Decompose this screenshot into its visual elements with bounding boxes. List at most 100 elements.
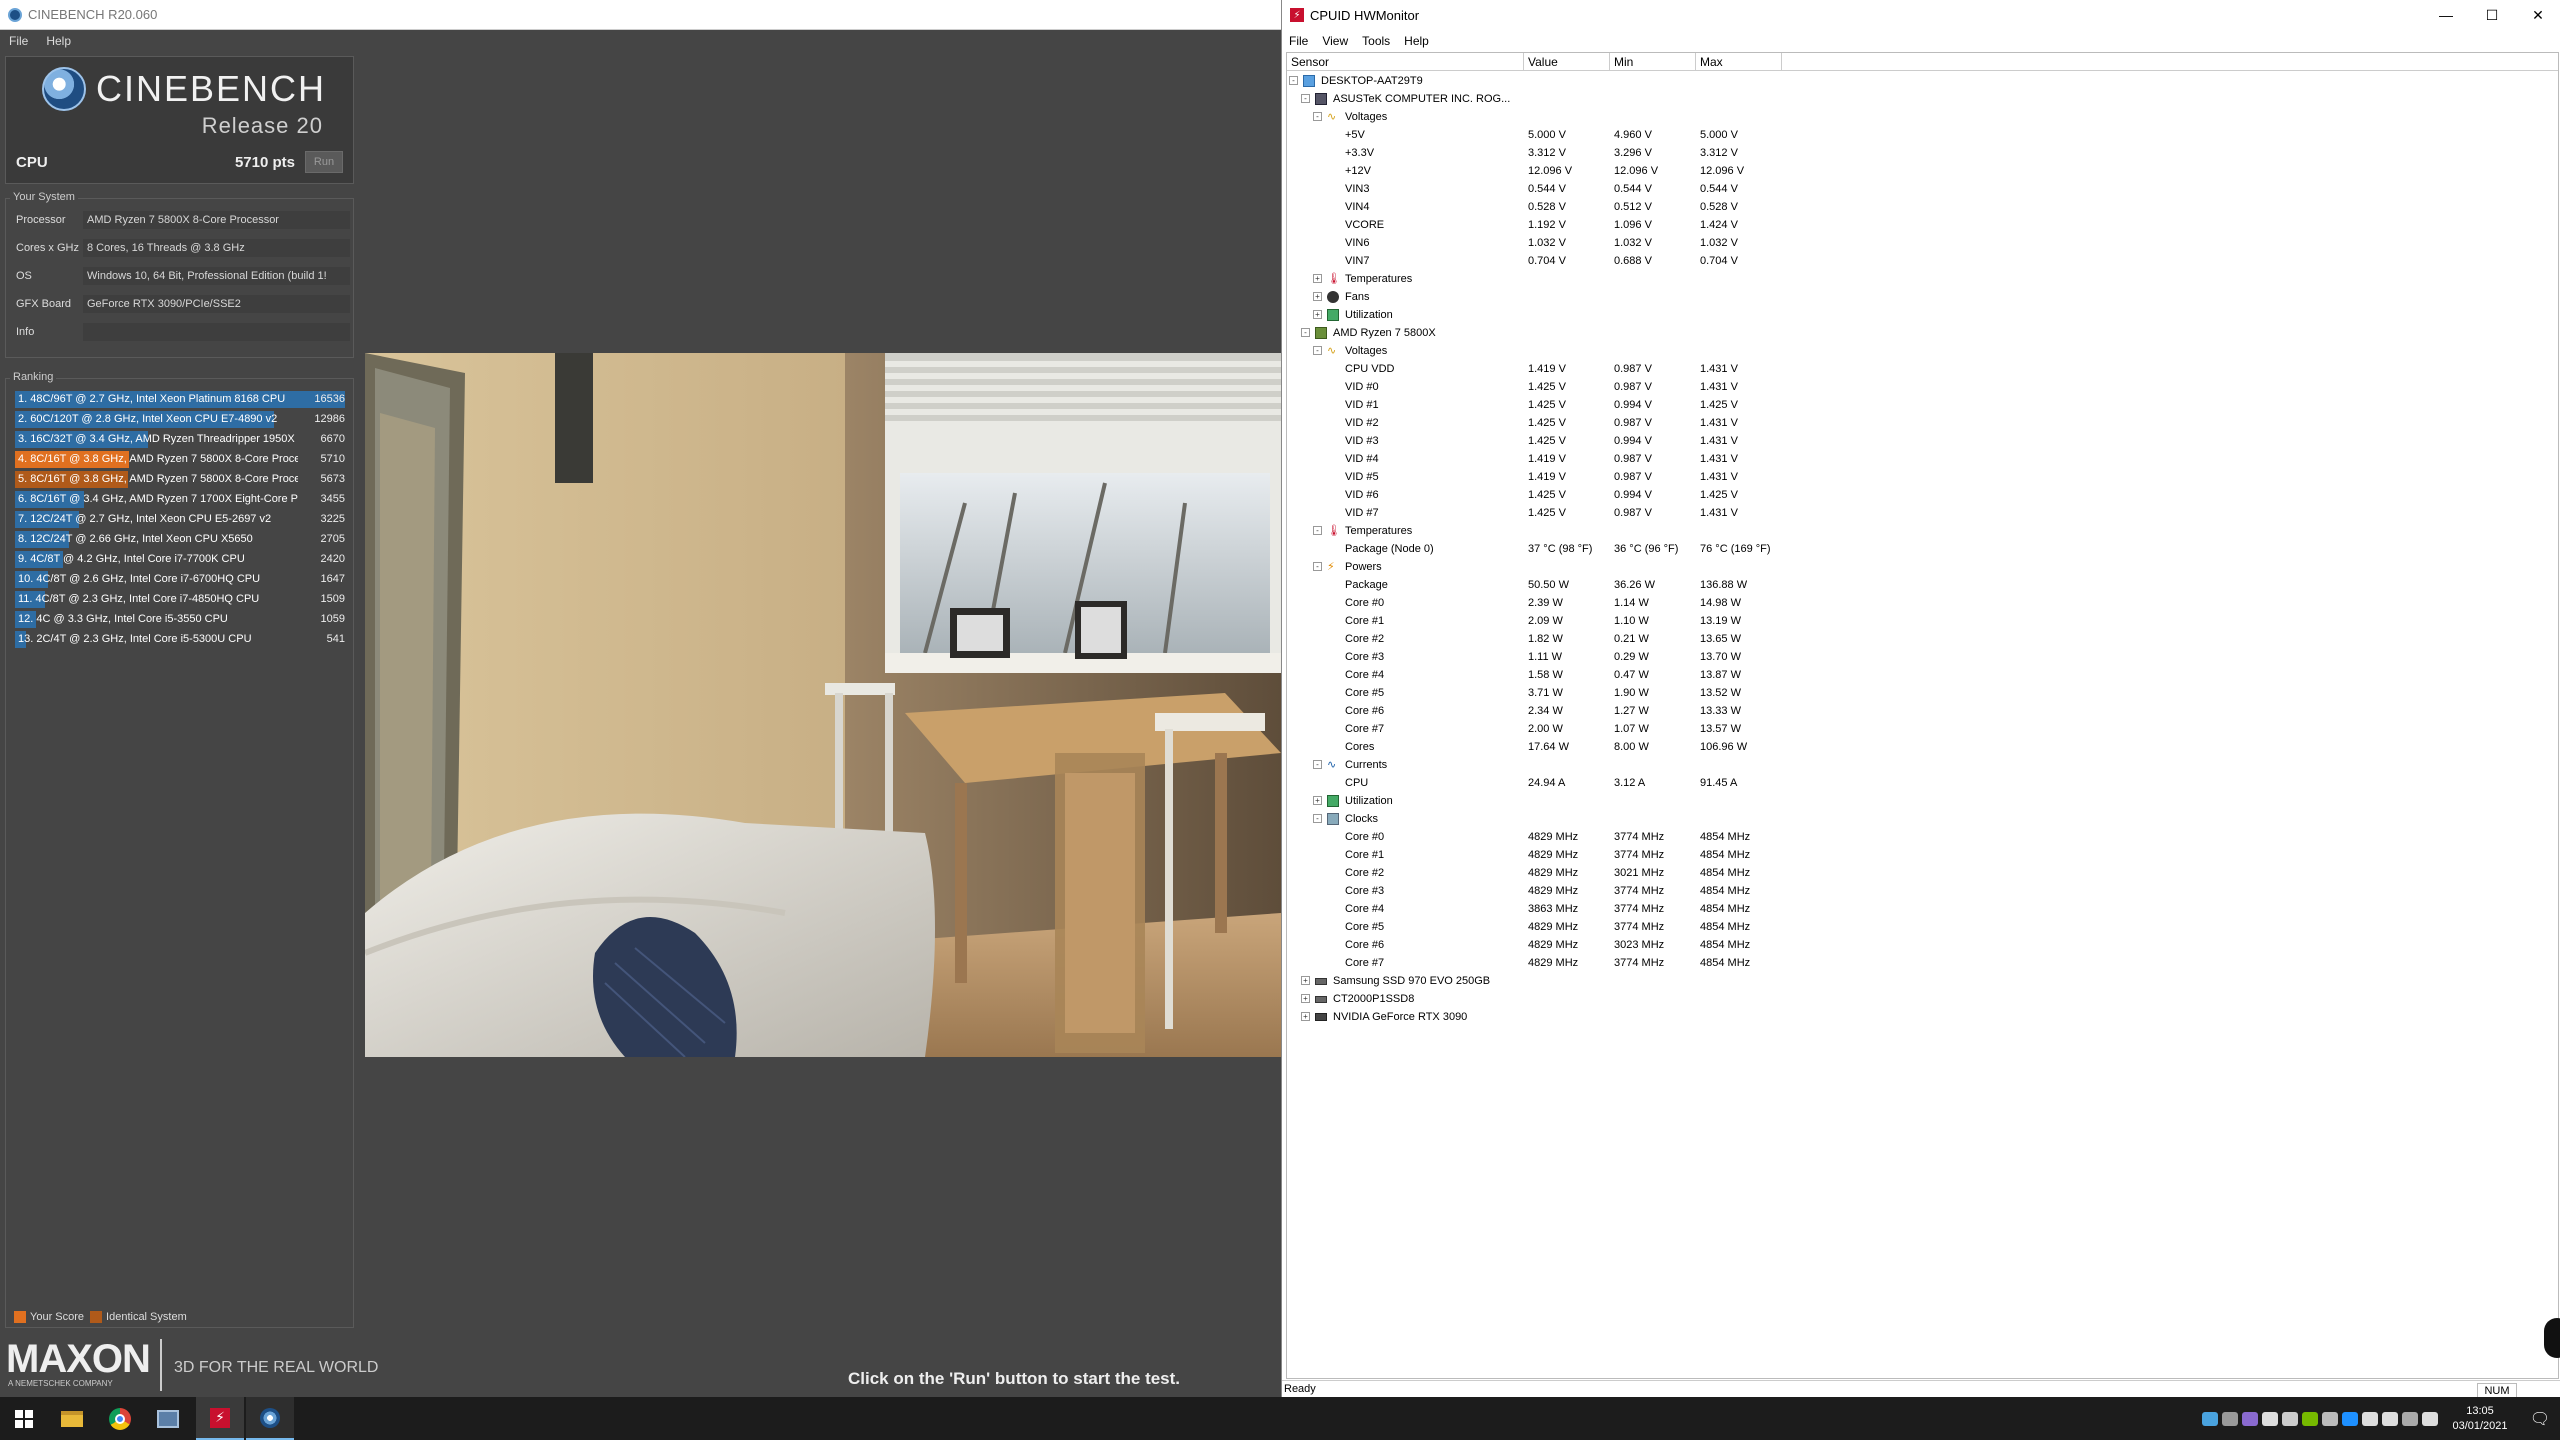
tree-node[interactable]: + Utilization	[1287, 306, 2558, 324]
clock[interactable]: 13:05 03/01/2021	[2440, 1404, 2520, 1434]
ranking-row[interactable]: 8. 12C/24T @ 2.66 GHz, Intel Xeon CPU X5…	[15, 531, 349, 548]
tray-app-icon[interactable]	[2262, 1411, 2278, 1426]
ranking-row[interactable]: 13. 2C/4T @ 2.3 GHz, Intel Core i5-5300U…	[15, 631, 349, 648]
tree-node[interactable]: + 🌡 Temperatures	[1287, 270, 2558, 288]
close-icon[interactable]: ✕	[2515, 0, 2560, 30]
steam-icon[interactable]	[2282, 1411, 2298, 1426]
expand-icon[interactable]: +	[1313, 274, 1322, 283]
expand-icon[interactable]: +	[1313, 310, 1322, 319]
sensor-row[interactable]: Core #4 1.58 W 0.47 W 13.87 W	[1287, 666, 2558, 684]
hw-menu-file[interactable]: File	[1282, 34, 1315, 48]
tree-node[interactable]: - DESKTOP-AAT29T9	[1287, 72, 2558, 90]
sensor-row[interactable]: Core #3 1.11 W 0.29 W 13.70 W	[1287, 648, 2558, 666]
ranking-row[interactable]: 4. 8C/16T @ 3.8 GHz, AMD Ryzen 7 5800X 8…	[15, 451, 349, 468]
sensor-row[interactable]: Core #6 2.34 W 1.27 W 13.33 W	[1287, 702, 2558, 720]
collapse-icon[interactable]: -	[1313, 346, 1322, 355]
sensor-row[interactable]: Core #7 2.00 W 1.07 W 13.57 W	[1287, 720, 2558, 738]
column-sensor[interactable]: Sensor	[1287, 53, 1524, 71]
pen-icon[interactable]	[2222, 1411, 2238, 1426]
tree-node[interactable]: - AMD Ryzen 7 5800X	[1287, 324, 2558, 342]
ranking-row[interactable]: 3. 16C/32T @ 3.4 GHz, AMD Ryzen Threadri…	[15, 431, 349, 448]
sensor-row[interactable]: VID #6 1.425 V 0.994 V 1.425 V	[1287, 486, 2558, 504]
collapse-icon[interactable]: -	[1313, 112, 1322, 121]
usb-icon[interactable]	[2402, 1411, 2418, 1426]
tray-app-icon[interactable]	[2322, 1411, 2338, 1426]
ranking-row[interactable]: 9. 4C/8T @ 4.2 GHz, Intel Core i7-7700K …	[15, 551, 349, 568]
sensor-row[interactable]: Core #5 3.71 W 1.90 W 13.52 W	[1287, 684, 2558, 702]
tray-app-icon[interactable]	[2242, 1411, 2258, 1426]
collapse-icon[interactable]: -	[1313, 526, 1322, 535]
cb-menu-help[interactable]: Help	[37, 34, 80, 48]
sensor-row[interactable]: +5V 5.000 V 4.960 V 5.000 V	[1287, 126, 2558, 144]
sensor-row[interactable]: Core #0 2.39 W 1.14 W 14.98 W	[1287, 594, 2558, 612]
expand-icon[interactable]: +	[1301, 1012, 1310, 1021]
cinebench-icon[interactable]	[246, 1397, 294, 1440]
network-icon[interactable]	[2362, 1411, 2378, 1426]
nvidia-icon[interactable]	[2302, 1411, 2318, 1426]
hw-menu-help[interactable]: Help	[1397, 34, 1436, 48]
tree-node[interactable]: - ∿ Voltages	[1287, 108, 2558, 126]
sensor-row[interactable]: Core #6 4829 MHz 3023 MHz 4854 MHz	[1287, 936, 2558, 954]
collapse-icon[interactable]: -	[1301, 94, 1310, 103]
sensor-row[interactable]: Core #7 4829 MHz 3774 MHz 4854 MHz	[1287, 954, 2558, 972]
chrome-icon[interactable]	[96, 1397, 144, 1440]
minimize-icon[interactable]: —	[2423, 0, 2469, 30]
tree-node[interactable]: + Fans	[1287, 288, 2558, 306]
tree-node[interactable]: + CT2000P1SSD8	[1287, 990, 2558, 1008]
sensor-row[interactable]: VCORE 1.192 V 1.096 V 1.424 V	[1287, 216, 2558, 234]
notification-icon[interactable]: 🗨	[2520, 1397, 2560, 1440]
sensor-row[interactable]: Core #4 3863 MHz 3774 MHz 4854 MHz	[1287, 900, 2558, 918]
sensor-row[interactable]: VIN4 0.528 V 0.512 V 0.528 V	[1287, 198, 2558, 216]
sensor-row[interactable]: Core #3 4829 MHz 3774 MHz 4854 MHz	[1287, 882, 2558, 900]
column-min[interactable]: Min	[1610, 53, 1696, 71]
sensor-row[interactable]: VIN6 1.032 V 1.032 V 1.032 V	[1287, 234, 2558, 252]
sensor-row[interactable]: +3.3V 3.312 V 3.296 V 3.312 V	[1287, 144, 2558, 162]
file-explorer-icon[interactable]	[48, 1397, 96, 1440]
sensor-row[interactable]: Core #1 4829 MHz 3774 MHz 4854 MHz	[1287, 846, 2558, 864]
tray-app-icon[interactable]	[2202, 1411, 2218, 1426]
sensor-row[interactable]: VID #5 1.419 V 0.987 V 1.431 V	[1287, 468, 2558, 486]
tree-node[interactable]: + Samsung SSD 970 EVO 250GB	[1287, 972, 2558, 990]
maximize-icon[interactable]: ☐	[2469, 0, 2515, 30]
expand-icon[interactable]: +	[1301, 976, 1310, 985]
hwmonitor-titlebar[interactable]: ⚡ CPUID HWMonitor — ☐ ✕	[1282, 0, 2560, 30]
expand-icon[interactable]: +	[1301, 994, 1310, 1003]
tree-node[interactable]: - Clocks	[1287, 810, 2558, 828]
keyboard-icon[interactable]	[2422, 1411, 2438, 1426]
sensor-row[interactable]: VIN3 0.544 V 0.544 V 0.544 V	[1287, 180, 2558, 198]
bluetooth-icon[interactable]	[2342, 1411, 2358, 1426]
column-max[interactable]: Max	[1696, 53, 1782, 71]
sensor-row[interactable]: Cores 17.64 W 8.00 W 106.96 W	[1287, 738, 2558, 756]
collapse-icon[interactable]: -	[1301, 328, 1310, 337]
collapse-icon[interactable]: -	[1313, 814, 1322, 823]
sensor-row[interactable]: CPU VDD 1.419 V 0.987 V 1.431 V	[1287, 360, 2558, 378]
sensor-row[interactable]: Core #2 4829 MHz 3021 MHz 4854 MHz	[1287, 864, 2558, 882]
collapse-icon[interactable]: -	[1313, 760, 1322, 769]
ranking-row[interactable]: 11. 4C/8T @ 2.3 GHz, Intel Core i7-4850H…	[15, 591, 349, 608]
sensor-row[interactable]: VID #1 1.425 V 0.994 V 1.425 V	[1287, 396, 2558, 414]
start-icon[interactable]	[0, 1397, 48, 1440]
sensor-row[interactable]: Core #0 4829 MHz 3774 MHz 4854 MHz	[1287, 828, 2558, 846]
run-button[interactable]: Run	[305, 151, 343, 173]
sensor-row[interactable]: +12V 12.096 V 12.096 V 12.096 V	[1287, 162, 2558, 180]
ranking-row[interactable]: 1. 48C/96T @ 2.7 GHz, Intel Xeon Platinu…	[15, 391, 349, 408]
edge-handle[interactable]	[2544, 1318, 2560, 1358]
ranking-row[interactable]: 5. 8C/16T @ 3.8 GHz, AMD Ryzen 7 5800X 8…	[15, 471, 349, 488]
hwmonitor-icon[interactable]: ⚡	[196, 1397, 244, 1440]
sensor-row[interactable]: VID #7 1.425 V 0.987 V 1.431 V	[1287, 504, 2558, 522]
sensor-row[interactable]: VID #2 1.425 V 0.987 V 1.431 V	[1287, 414, 2558, 432]
column-value[interactable]: Value	[1524, 53, 1610, 71]
hw-menu-view[interactable]: View	[1315, 34, 1355, 48]
ranking-row[interactable]: 10. 4C/8T @ 2.6 GHz, Intel Core i7-6700H…	[15, 571, 349, 588]
ranking-row[interactable]: 7. 12C/24T @ 2.7 GHz, Intel Xeon CPU E5-…	[15, 511, 349, 528]
info-field[interactable]	[83, 323, 350, 341]
sensor-row[interactable]: VIN7 0.704 V 0.688 V 0.704 V	[1287, 252, 2558, 270]
tree-node[interactable]: + NVIDIA GeForce RTX 3090	[1287, 1008, 2558, 1026]
tree-node[interactable]: - ∿ Currents	[1287, 756, 2558, 774]
volume-icon[interactable]	[2382, 1411, 2398, 1426]
tree-node[interactable]: - ∿ Voltages	[1287, 342, 2558, 360]
cb-menu-file[interactable]: File	[0, 34, 37, 48]
sensor-row[interactable]: VID #3 1.425 V 0.994 V 1.431 V	[1287, 432, 2558, 450]
collapse-icon[interactable]: -	[1313, 562, 1322, 571]
ranking-row[interactable]: 12. 4C @ 3.3 GHz, Intel Core i5-3550 CPU…	[15, 611, 349, 628]
